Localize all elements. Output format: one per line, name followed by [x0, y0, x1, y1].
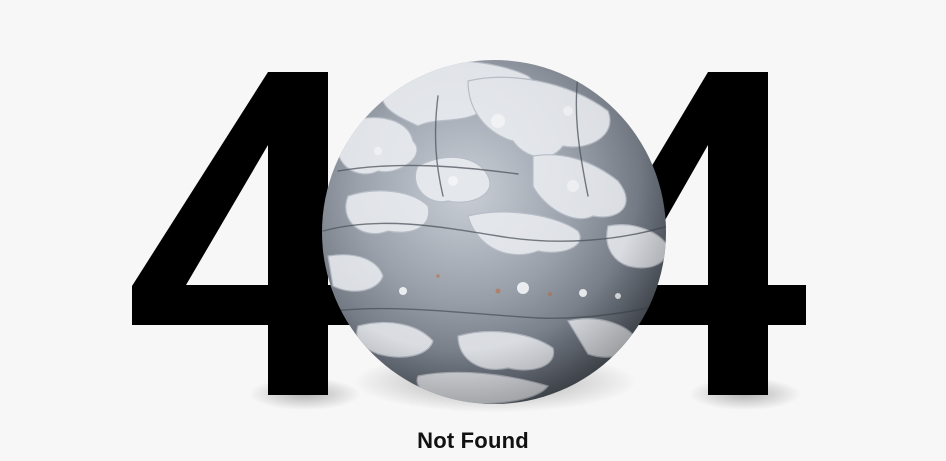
not-found-message: Not Found [417, 428, 529, 453]
weathered-globe-icon [318, 56, 670, 408]
not-found-page: Not Found [0, 0, 946, 461]
